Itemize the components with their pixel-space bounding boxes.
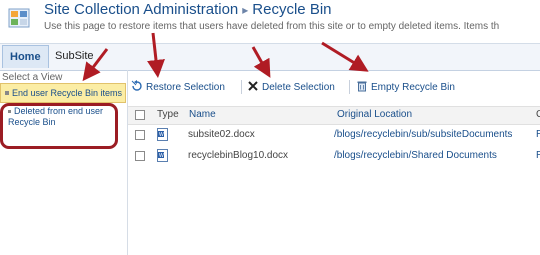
view-deleted-from-end-user[interactable]: Deleted from end user Recycle Bin	[8, 106, 108, 128]
word-doc-icon: W	[157, 128, 168, 141]
column-header-truncated[interactable]: C	[536, 108, 540, 121]
site-collection-link[interactable]: Site Collection Administration	[44, 1, 238, 18]
view-label: Deleted from end user Recycle Bin	[8, 106, 104, 127]
select-all-checkbox[interactable]	[135, 110, 145, 120]
row-extra: R	[536, 150, 540, 161]
toolbar-separator	[349, 80, 350, 94]
recycle-bin-title: Recycle Bin	[252, 1, 332, 18]
row-checkbox[interactable]	[135, 130, 145, 140]
view-label: End user Recycle Bin items	[12, 88, 123, 98]
tab-home[interactable]: Home	[2, 45, 49, 68]
word-doc-icon: W	[157, 149, 168, 162]
panel-divider	[127, 70, 128, 255]
row-location-link[interactable]: /blogs/recyclebin/sub/subsiteDocuments	[334, 128, 512, 141]
breadcrumb-separator-icon: ▸	[242, 3, 249, 17]
restore-selection-button[interactable]: Restore Selection	[131, 80, 225, 95]
row-location-link[interactable]: /blogs/recyclebin/Shared Documents	[334, 149, 497, 162]
recycle-bin-icon	[357, 81, 367, 92]
view-end-user-recycle-bin[interactable]: End user Recycle Bin items	[0, 83, 126, 103]
empty-label: Empty Recycle Bin	[371, 82, 455, 93]
empty-recycle-bin-button[interactable]: Empty Recycle Bin	[356, 80, 455, 95]
site-collection-icon	[8, 8, 30, 28]
select-view-label: Select a View	[2, 72, 63, 83]
row-name: subsite02.docx	[188, 129, 255, 140]
svg-text:W: W	[159, 153, 164, 159]
restore-label: Restore Selection	[146, 82, 225, 93]
row-checkbox[interactable]	[135, 151, 145, 161]
row-name: recyclebinBlog10.docx	[188, 150, 289, 161]
page-description: Use this page to restore items that user…	[44, 21, 500, 32]
row-extra: R	[536, 129, 540, 140]
delete-label: Delete Selection	[262, 82, 335, 93]
svg-text:W: W	[159, 132, 164, 138]
column-header-name[interactable]: Name	[189, 108, 216, 121]
toolbar-separator	[241, 80, 242, 94]
column-header-original-location[interactable]: Original Location	[337, 108, 412, 121]
tab-subsite[interactable]: SubSite	[48, 45, 101, 67]
bullet-icon	[8, 109, 11, 113]
delete-x-icon	[248, 81, 258, 91]
restore-icon	[131, 80, 142, 91]
page-title: Site Collection Administration ▸ Recycle B…	[44, 0, 332, 20]
delete-selection-button[interactable]: Delete Selection	[247, 80, 335, 95]
bullet-icon	[5, 91, 9, 96]
column-header-type[interactable]: Type	[157, 108, 179, 121]
